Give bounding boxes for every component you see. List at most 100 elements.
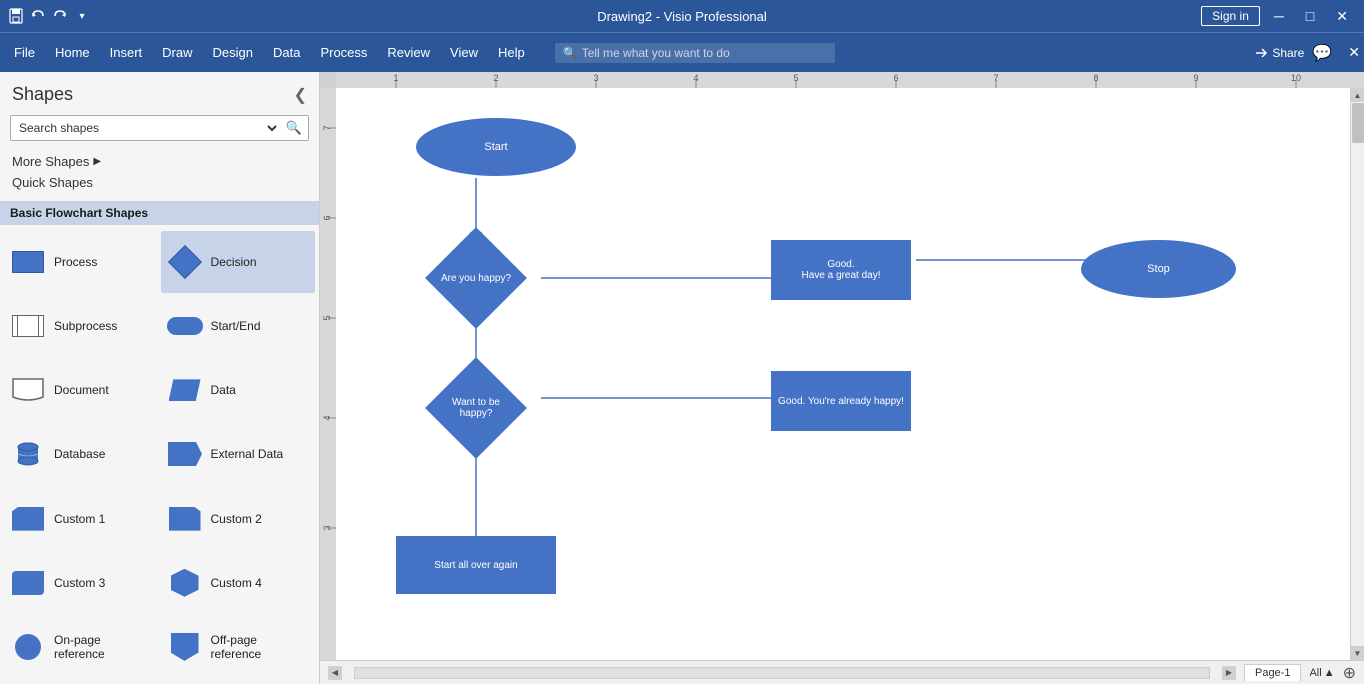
menu-file[interactable]: File [4, 39, 45, 66]
collapse-panel-button[interactable]: ❮ [294, 85, 307, 105]
menu-data[interactable]: Data [263, 39, 310, 66]
custom4-shape-icon [167, 569, 203, 597]
startend-shape-icon [167, 312, 203, 340]
menu-process[interactable]: Process [310, 39, 377, 66]
all-dropdown-icon: ▲ [1324, 667, 1335, 679]
svg-text:6: 6 [322, 215, 332, 220]
custom3-label: Custom 3 [54, 576, 105, 590]
shape-item-custom4[interactable]: Custom 4 [161, 552, 316, 614]
canvas-shape-start[interactable]: Start [416, 118, 576, 176]
startend-label: Start/End [211, 319, 261, 333]
comment-icon[interactable]: 💬 [1312, 43, 1332, 63]
shape-item-custom3[interactable]: Custom 3 [4, 552, 159, 614]
undo-icon[interactable] [30, 8, 46, 24]
shapes-header: Shapes ❮ [0, 72, 319, 111]
shape-item-process[interactable]: Process [4, 231, 159, 293]
search-bar[interactable]: Search shapes 🔍 [10, 115, 309, 141]
svg-text:1: 1 [393, 73, 398, 83]
canvas-content: 7 6 5 4 3 [320, 88, 1364, 660]
shape-item-offpage[interactable]: Off-page reference [161, 616, 316, 678]
search-shapes-button[interactable]: 🔍 [280, 116, 308, 140]
scroll-down-button[interactable]: ▼ [1351, 646, 1364, 660]
data-label: Data [211, 383, 236, 397]
shape-item-custom1[interactable]: Custom 1 [4, 488, 159, 550]
more-shapes-link[interactable]: More Shapes ▶ [10, 151, 309, 172]
canvas-shape-q1[interactable]: Are you happy? [411, 228, 541, 328]
main-layout: Shapes ❮ Search shapes 🔍 More Shapes ▶ Q… [0, 72, 1364, 684]
scroll-up-button[interactable]: ▲ [1351, 88, 1364, 102]
svg-text:5: 5 [793, 73, 798, 83]
custom1-shape-icon [10, 505, 46, 533]
shape-item-custom2[interactable]: Custom 2 [161, 488, 316, 550]
shapes-title: Shapes [12, 84, 73, 105]
ruler-horizontal: 1 2 3 4 5 6 7 8 9 [336, 72, 1364, 88]
canvas-shape-good1[interactable]: Good. Have a great day! [771, 240, 911, 300]
menu-help[interactable]: Help [488, 39, 535, 66]
share-button[interactable]: Share [1254, 46, 1304, 60]
menu-insert[interactable]: Insert [100, 39, 153, 66]
close-ribbon-button[interactable]: ✕ [1348, 44, 1360, 61]
app-title: Drawing2 - Visio Professional [597, 9, 767, 24]
process-label: Process [54, 255, 97, 269]
drawing-canvas[interactable]: Start Are you happy? Want to be happy? G… [336, 88, 1350, 660]
data-shape-icon [167, 376, 203, 404]
canvas-shape-q2[interactable]: Want to be happy? [411, 358, 541, 458]
canvas-shape-good2[interactable]: Good. You're already happy! [771, 371, 911, 431]
redo-icon[interactable] [52, 8, 68, 24]
process-shape-icon [10, 248, 46, 276]
page-tab-1[interactable]: Page-1 [1244, 664, 1301, 681]
svg-text:3: 3 [593, 73, 598, 83]
extdata-label: External Data [211, 447, 284, 461]
more-shapes-arrow: ▶ [93, 156, 101, 167]
scroll-right-button[interactable]: ▶ [1222, 666, 1236, 680]
shape-item-decision[interactable]: Decision [161, 231, 316, 293]
page-all-button[interactable]: All ▲ [1309, 667, 1334, 679]
svg-text:5: 5 [322, 315, 332, 320]
customize-icon[interactable]: ▾ [74, 8, 90, 24]
shape-item-subprocess[interactable]: Subprocess [4, 295, 159, 357]
tell-me-input[interactable] [582, 46, 827, 60]
horizontal-scrollbar[interactable] [354, 667, 1210, 679]
svg-text:2: 2 [493, 73, 498, 83]
menu-review[interactable]: Review [377, 39, 440, 66]
shape-item-onpage[interactable]: On-page reference [4, 616, 159, 678]
menu-draw[interactable]: Draw [152, 39, 202, 66]
document-label: Document [54, 383, 109, 397]
offpage-label: Off-page reference [211, 633, 310, 661]
shape-item-document[interactable]: Document [4, 359, 159, 421]
add-page-button[interactable]: ⊕ [1343, 663, 1356, 683]
shape-item-data[interactable]: Data [161, 359, 316, 421]
search-shapes-select[interactable]: Search shapes [11, 116, 280, 140]
shape-item-database[interactable]: Database [4, 423, 159, 485]
custom3-shape-icon [10, 569, 46, 597]
sign-in-button[interactable]: Sign in [1201, 6, 1260, 26]
close-button[interactable]: ✕ [1328, 8, 1356, 25]
shape-item-startend[interactable]: Start/End [161, 295, 316, 357]
decision-shape-icon [167, 248, 203, 276]
vertical-scrollbar[interactable]: ▲ ▼ [1350, 88, 1364, 660]
menu-design[interactable]: Design [203, 39, 263, 66]
bottom-bar: ◀ ▶ Page-1 All ▲ ⊕ [320, 660, 1364, 684]
document-shape-icon [10, 376, 46, 404]
minimize-button[interactable]: ─ [1266, 8, 1292, 24]
tell-me-search[interactable]: 🔍 [555, 43, 835, 63]
quick-shapes-link[interactable]: Quick Shapes [10, 172, 309, 193]
svg-text:7: 7 [322, 125, 332, 130]
menu-home[interactable]: Home [45, 39, 100, 66]
svg-text:8: 8 [1093, 73, 1098, 83]
canvas-shape-stop[interactable]: Stop [1081, 240, 1236, 298]
restore-button[interactable]: □ [1298, 8, 1322, 24]
shape-item-extdata[interactable]: External Data [161, 423, 316, 485]
shapes-grid: Process Decision Subprocess [0, 225, 319, 684]
onpage-shape-icon [10, 633, 46, 661]
canvas-shape-restart[interactable]: Start all over again [396, 536, 556, 594]
title-bar-left: ▾ [8, 8, 90, 24]
menu-view[interactable]: View [440, 39, 488, 66]
subprocess-label: Subprocess [54, 319, 117, 333]
svg-text:6: 6 [893, 73, 898, 83]
save-icon[interactable] [8, 8, 24, 24]
title-bar: ▾ Drawing2 - Visio Professional Sign in … [0, 0, 1364, 32]
scroll-left-button[interactable]: ◀ [328, 666, 342, 680]
svg-text:4: 4 [693, 73, 698, 83]
scroll-thumb[interactable] [1352, 103, 1364, 143]
